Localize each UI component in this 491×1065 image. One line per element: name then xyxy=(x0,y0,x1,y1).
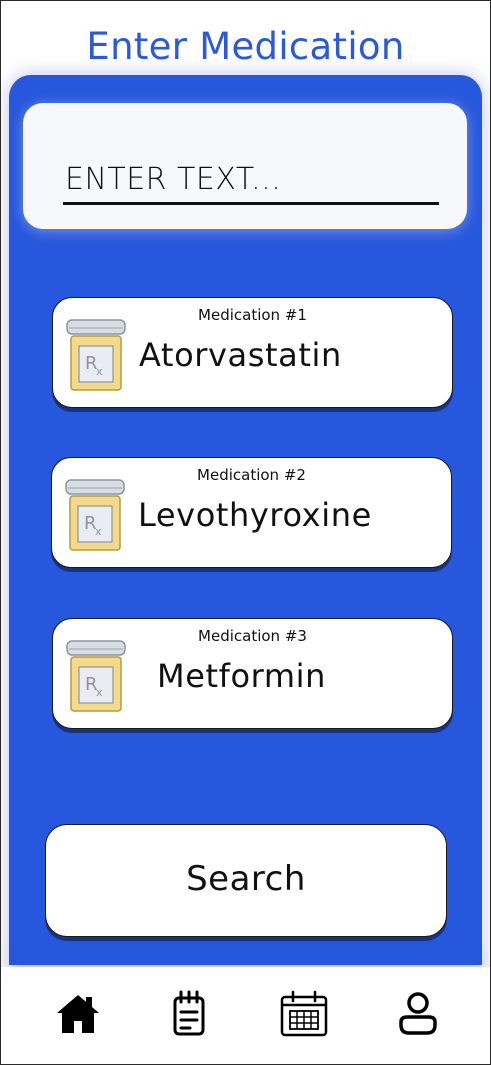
medication-number-label: Medication #2 xyxy=(197,466,306,484)
pill-bottle-icon: R x xyxy=(66,640,126,712)
bottom-nav-bar xyxy=(1,967,490,1064)
home-icon xyxy=(57,995,99,1033)
medication-card-2[interactable]: R x Medication #2 Levothyroxine xyxy=(51,457,452,568)
medication-card-1[interactable]: R x Medication #1 Atorvastatin xyxy=(52,297,453,408)
nav-calendar[interactable] xyxy=(279,989,329,1039)
calendar-icon xyxy=(280,990,328,1037)
svg-text:x: x xyxy=(95,525,102,538)
search-box xyxy=(23,103,467,229)
search-button[interactable]: Search xyxy=(45,824,447,937)
nav-home[interactable] xyxy=(53,989,103,1039)
nav-profile[interactable] xyxy=(393,989,443,1039)
pill-bottle-icon: R x xyxy=(65,479,125,551)
pill-bottle-icon: R x xyxy=(66,319,126,391)
svg-text:x: x xyxy=(96,365,103,378)
medication-name: Atorvastatin xyxy=(139,336,342,374)
medication-name: Levothyroxine xyxy=(138,496,372,534)
nav-notes[interactable] xyxy=(165,989,215,1039)
svg-text:x: x xyxy=(96,686,103,699)
medication-number-label: Medication #1 xyxy=(198,306,307,324)
app-screen: Enter Medication R x Medication #1 Atorv… xyxy=(0,0,491,1065)
notes-icon xyxy=(173,990,205,1036)
medication-number-label: Medication #3 xyxy=(198,627,307,645)
medication-search-input[interactable] xyxy=(63,161,439,205)
profile-icon xyxy=(399,992,437,1035)
medication-name: Metformin xyxy=(157,657,327,695)
page-title: Enter Medication xyxy=(86,25,405,68)
medication-card-3[interactable]: R x Medication #3 Metformin xyxy=(52,618,453,729)
